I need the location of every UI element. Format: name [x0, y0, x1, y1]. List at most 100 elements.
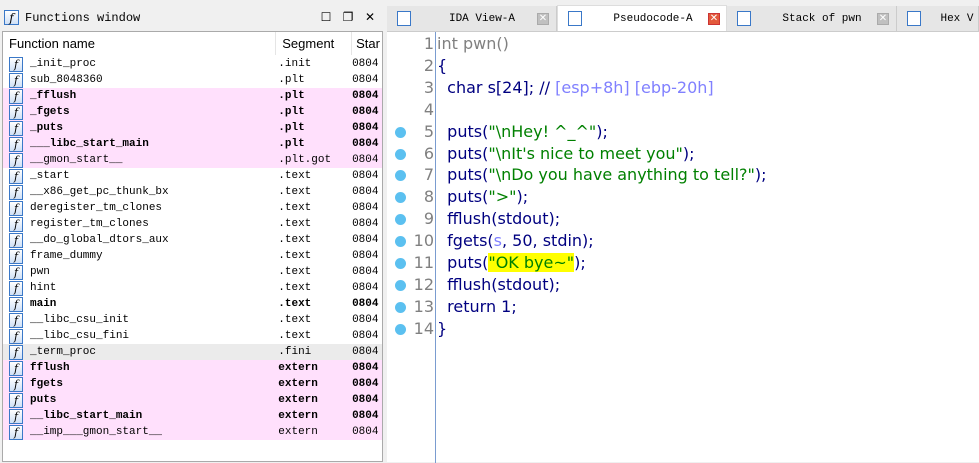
- function-row[interactable]: f sub_8048360 .plt 0804: [3, 72, 382, 88]
- segment-cell: .plt: [278, 74, 305, 86]
- line-number: 13: [413, 296, 434, 316]
- function-name: _fflush: [30, 90, 77, 102]
- function-row[interactable]: f __libc_csu_fini .text 0804: [3, 328, 382, 344]
- function-row[interactable]: f _fgets .plt 0804: [3, 104, 382, 120]
- segment-cell: extern: [278, 362, 318, 374]
- function-icon: f: [9, 168, 23, 184]
- close-icon[interactable]: ✕: [362, 10, 378, 25]
- breakpoint-icon[interactable]: [395, 126, 406, 138]
- restore-icon[interactable]: ❐: [340, 10, 356, 25]
- line-number: 7: [423, 165, 434, 185]
- disassembly-icon: [397, 11, 411, 26]
- code-text: return 1;: [437, 296, 517, 318]
- function-row[interactable]: f hint .text 0804: [3, 280, 382, 296]
- breakpoint-icon[interactable]: [395, 170, 406, 182]
- function-row[interactable]: f __do_global_dtors_aux .text 0804: [3, 232, 382, 248]
- function-row[interactable]: f __gmon_start__ .plt.got 0804: [3, 152, 382, 168]
- close-tab-icon[interactable]: ✕: [708, 12, 720, 25]
- function-name-cell: f __do_global_dtors_aux: [3, 232, 276, 248]
- breakpoint-icon[interactable]: [395, 301, 406, 313]
- code-token: puts(: [437, 253, 489, 272]
- function-icon: f: [9, 232, 23, 248]
- column-header-start[interactable]: Star: [352, 32, 382, 55]
- breakpoint-icon[interactable]: [395, 214, 406, 226]
- segment-cell: .text: [278, 266, 312, 278]
- code-line: 4: [387, 99, 979, 121]
- function-row[interactable]: f fgets extern 0804: [3, 376, 382, 392]
- code-token: {: [437, 55, 448, 75]
- close-tab-icon[interactable]: ✕: [537, 12, 549, 25]
- function-row[interactable]: f ___libc_start_main .plt 0804: [3, 136, 382, 152]
- breakpoint-icon[interactable]: [395, 236, 406, 248]
- function-row[interactable]: f __x86_get_pc_thunk_bx .text 0804: [3, 184, 382, 200]
- segment-cell: .plt: [278, 122, 305, 134]
- segment-cell: .init: [278, 58, 312, 70]
- code-line: 14}: [387, 318, 979, 340]
- function-row[interactable]: f fflush extern 0804: [3, 360, 382, 376]
- start-cell: 0804: [352, 90, 379, 102]
- function-row[interactable]: f __imp___gmon_start__ extern 0804: [3, 424, 382, 440]
- code-text: char s[24]; // [esp+8h] [ebp-20h]: [437, 77, 713, 99]
- function-row[interactable]: f __libc_start_main extern 0804: [3, 408, 382, 424]
- function-name-cell: f fflush: [3, 360, 276, 376]
- code-line: 1 int pwn(): [387, 33, 979, 55]
- function-row[interactable]: f frame_dummy .text 0804: [3, 248, 382, 264]
- function-row[interactable]: f pwn .text 0804: [3, 264, 382, 280]
- segment-cell: .text: [278, 330, 312, 342]
- tab-label: Stack of pwn: [782, 12, 862, 25]
- breakpoint-icon[interactable]: [395, 192, 406, 204]
- function-row[interactable]: f main .text 0804: [3, 296, 382, 312]
- column-header-function-name[interactable]: Function name: [3, 32, 277, 55]
- function-name-cell: f register_tm_clones: [3, 216, 276, 232]
- function-name-cell: f _puts: [3, 120, 276, 136]
- code-token: "OK bye~": [488, 253, 575, 272]
- code-text: puts("\nHey! ^_^");: [437, 121, 608, 143]
- segment-cell: .text: [278, 170, 312, 182]
- function-row[interactable]: f puts extern 0804: [3, 392, 382, 408]
- function-icon: f: [9, 120, 23, 136]
- function-icon: f: [9, 296, 23, 312]
- function-name: hint: [30, 282, 57, 294]
- function-icon: f: [9, 280, 23, 296]
- code-text: fgets(s, 50, stdin);: [437, 230, 594, 252]
- function-row[interactable]: f _fflush .plt 0804: [3, 88, 382, 104]
- function-name: frame_dummy: [30, 250, 103, 262]
- segment-cell: .plt.got: [278, 154, 332, 166]
- pseudocode-view[interactable]: 1 int pwn() 2{3 char s[24]; // [esp+8h] [e…: [387, 31, 979, 463]
- tab-ida-view-a[interactable]: IDA View-A ✕: [387, 6, 557, 31]
- code-token: return 1;: [437, 296, 517, 316]
- function-row[interactable]: f register_tm_clones .text 0804: [3, 216, 382, 232]
- start-cell: 0804: [352, 74, 379, 86]
- column-header-segment[interactable]: Segment: [276, 32, 353, 55]
- breakpoint-icon[interactable]: [395, 279, 406, 291]
- code-text: }: [437, 318, 447, 340]
- tab-pseudocode-a[interactable]: Pseudocode-A ✕: [557, 5, 727, 31]
- function-name: __imp___gmon_start__: [30, 426, 163, 438]
- line-number: 3: [423, 77, 434, 97]
- breakpoint-icon[interactable]: [395, 148, 406, 160]
- function-row[interactable]: f _term_proc .fini 0804: [3, 344, 382, 360]
- tab-stack-of-pwn[interactable]: Stack of pwn ✕: [727, 6, 897, 31]
- code-token: puts(: [437, 121, 489, 141]
- start-cell: 0804: [352, 410, 379, 422]
- code-text: puts("\nIt's nice to meet you");: [437, 143, 694, 165]
- function-row[interactable]: f deregister_tm_clones .text 0804: [3, 200, 382, 216]
- breakpoint-icon[interactable]: [395, 258, 406, 269]
- function-row[interactable]: f _start .text 0804: [3, 168, 382, 184]
- maximize-icon[interactable]: ☐: [318, 10, 334, 25]
- stack-icon: [737, 11, 751, 26]
- function-name-cell: f _start: [3, 168, 276, 184]
- close-tab-icon[interactable]: ✕: [877, 12, 889, 25]
- code-text: puts(">");: [437, 186, 528, 208]
- code-text: int pwn(): [437, 33, 509, 55]
- tab-hex-view-1[interactable]: Hex V: [897, 6, 979, 31]
- start-cell: 0804: [352, 122, 379, 134]
- function-name: __libc_start_main: [30, 410, 143, 422]
- function-row[interactable]: f _puts .plt 0804: [3, 120, 382, 136]
- function-row[interactable]: f __libc_csu_init .text 0804: [3, 312, 382, 328]
- function-row[interactable]: f _init_proc .init 0804: [3, 56, 382, 72]
- code-token: int pwn(): [437, 34, 509, 53]
- breakpoint-icon[interactable]: [395, 323, 406, 335]
- pseudocode-panel: IDA View-A ✕ Pseudocode-A ✕ Stack of pwn ✕ Hex…: [387, 0, 979, 463]
- function-name: _term_proc: [30, 346, 97, 358]
